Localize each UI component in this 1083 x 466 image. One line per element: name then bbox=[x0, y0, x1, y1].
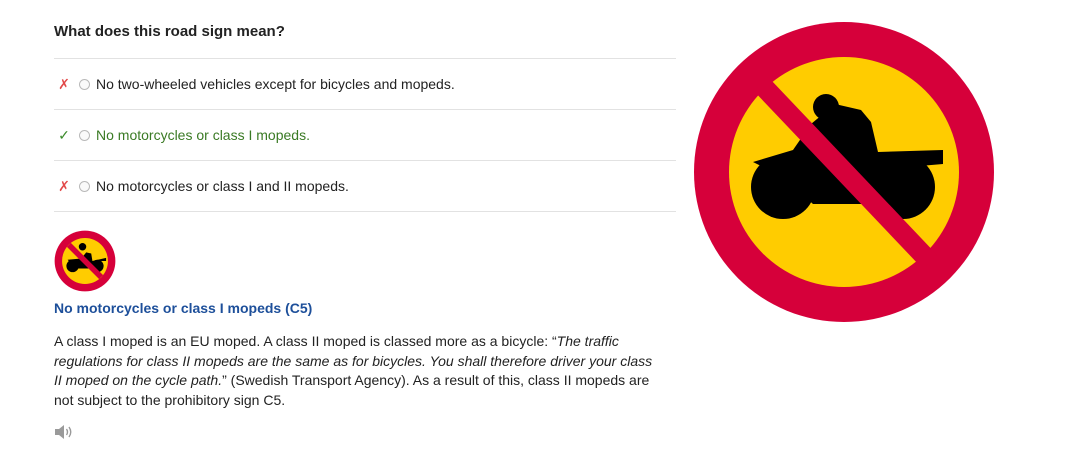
answer-option-2[interactable]: ✓ No motorcycles or class I mopeds. bbox=[54, 110, 676, 161]
page: What does this road sign mean? ✗ No two-… bbox=[0, 0, 1083, 466]
wrong-mark-icon: ✗ bbox=[58, 177, 70, 194]
road-sign-thumbnail bbox=[54, 230, 116, 292]
explanation-text-intro: A class I moped is an EU moped. A class … bbox=[54, 333, 557, 349]
check-mark-icon: ✓ bbox=[58, 126, 70, 143]
answer-text: No motorcycles or class I mopeds. bbox=[96, 127, 310, 143]
speaker-icon[interactable] bbox=[54, 424, 74, 440]
answer-option-1[interactable]: ✗ No two-wheeled vehicles except for bic… bbox=[54, 59, 676, 110]
question-panel: What does this road sign mean? ✗ No two-… bbox=[54, 22, 676, 445]
answer-radio[interactable] bbox=[79, 129, 90, 141]
road-sign-image bbox=[694, 22, 994, 322]
answer-radio[interactable] bbox=[79, 180, 90, 192]
answer-list: ✗ No two-wheeled vehicles except for bic… bbox=[54, 58, 676, 212]
answer-option-3[interactable]: ✗ No motorcycles or class I and II moped… bbox=[54, 161, 676, 212]
answer-text: No motorcycles or class I and II mopeds. bbox=[96, 178, 349, 194]
answer-radio[interactable] bbox=[79, 78, 90, 90]
answer-text: No two-wheeled vehicles except for bicyc… bbox=[96, 76, 455, 92]
wrong-mark-icon: ✗ bbox=[58, 75, 70, 92]
question-title: What does this road sign mean? bbox=[54, 23, 285, 40]
explanation-title: No motorcycles or class I mopeds (C5) bbox=[54, 300, 313, 316]
explanation-text: A class I moped is an EU moped. A class … bbox=[54, 332, 654, 410]
